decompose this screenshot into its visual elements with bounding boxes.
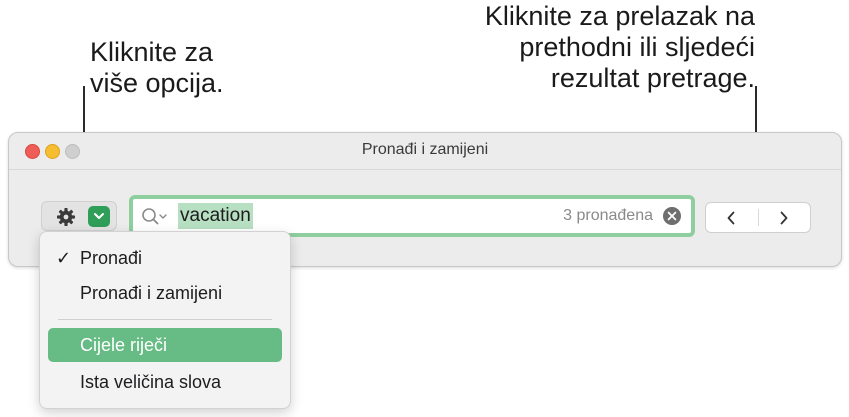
menu-item-whole-words[interactable]: Cijele riječi	[48, 328, 282, 362]
title-bar: Pronađi i zamijeni	[9, 133, 841, 169]
chevron-right-icon	[780, 211, 788, 225]
clear-icon[interactable]	[663, 207, 681, 225]
menu-separator	[58, 319, 272, 320]
options-menu: ✓ Pronađi Pronađi i zamijeni Cijele rije…	[39, 231, 291, 409]
next-result-button[interactable]	[759, 203, 811, 232]
options-callout-line-1: Kliknite za	[90, 37, 214, 67]
navigate-callout: Kliknite za prelazak na prethodni ili sl…	[335, 1, 755, 94]
navigate-callout-line-3: rezultat pretrage.	[550, 63, 755, 93]
options-callout: Kliknite za više opcija.	[90, 37, 350, 99]
options-menu-button[interactable]	[41, 201, 117, 231]
search-icon[interactable]	[141, 207, 169, 227]
options-dropdown-indicator	[88, 206, 110, 227]
previous-result-button[interactable]	[706, 203, 758, 232]
menu-item-label: Pronađi i zamijeni	[80, 283, 223, 303]
navigate-callout-line-2: prethodni ili sljedeći	[519, 32, 755, 62]
checkmark-icon: ✓	[56, 248, 72, 268]
chevron-left-icon	[727, 211, 735, 225]
menu-item-find[interactable]: ✓ Pronađi	[48, 241, 282, 275]
window-title: Pronađi i zamijeni	[361, 141, 489, 158]
search-input[interactable]: vacation	[178, 203, 253, 229]
menu-item-find-replace[interactable]: Pronađi i zamijeni	[48, 276, 282, 310]
menu-item-label: Ista veličina slova	[80, 372, 222, 392]
navigate-callout-line-1: Kliknite za prelazak na	[484, 1, 755, 31]
result-navigation	[705, 202, 811, 233]
menu-item-label: Pronađi	[80, 248, 143, 268]
result-count: 3 pronađena	[563, 207, 653, 224]
chevron-down-icon	[94, 213, 104, 219]
title-divider	[9, 169, 841, 170]
gear-icon	[57, 208, 75, 226]
menu-item-match-case[interactable]: Ista veličina slova	[48, 365, 282, 399]
menu-item-label: Cijele riječi	[80, 335, 168, 355]
options-callout-line-2: više opcija.	[90, 68, 224, 98]
